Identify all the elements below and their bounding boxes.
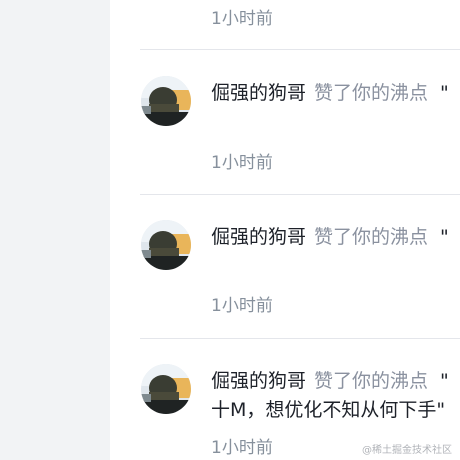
notification-time: 1小时前 <box>211 153 273 173</box>
avatar[interactable] <box>141 220 191 270</box>
username-link[interactable]: 倔强的狗哥 <box>211 226 306 248</box>
username-link[interactable]: 倔强的狗哥 <box>211 82 306 104</box>
pin-snippet[interactable]: 十M，想优化不知从何下手" <box>211 395 445 422</box>
divider <box>140 338 460 339</box>
previous-notification-time: 1小时前 <box>211 9 273 29</box>
notification-item[interactable]: 倔强的狗哥 赞了你的沸点 " 1小时前 <box>110 220 460 320</box>
notifications-page: 1小时前 倔强的狗哥 赞了你的沸点 " 1小时前 倔强的狗哥 赞了你的沸点 " … <box>0 0 460 460</box>
pin-quote-link[interactable]: " <box>440 370 449 392</box>
avatar-photo-icon <box>141 76 191 126</box>
pin-quote-link[interactable]: " <box>440 82 449 104</box>
username-link[interactable]: 倔强的狗哥 <box>211 370 306 392</box>
avatar[interactable] <box>141 76 191 126</box>
avatar-photo-icon <box>141 220 191 270</box>
divider <box>140 194 460 195</box>
notification-time: 1小时前 <box>211 438 273 458</box>
pin-quote-link[interactable]: " <box>440 226 449 248</box>
notification-text: 倔强的狗哥 赞了你的沸点 " <box>211 78 449 105</box>
watermark: @稀土掘金技术社区 <box>362 445 452 456</box>
left-sidebar <box>0 0 110 460</box>
divider <box>140 49 460 50</box>
action-text: 赞了你的沸点 <box>314 226 429 248</box>
action-text: 赞了你的沸点 <box>314 82 429 104</box>
avatar-photo-icon <box>141 364 191 414</box>
notification-feed: 1小时前 倔强的狗哥 赞了你的沸点 " 1小时前 倔强的狗哥 赞了你的沸点 " … <box>110 0 460 460</box>
notification-item[interactable]: 倔强的狗哥 赞了你的沸点 " 1小时前 <box>110 76 460 176</box>
notification-time: 1小时前 <box>211 296 273 316</box>
notification-text: 倔强的狗哥 赞了你的沸点 " <box>211 222 449 249</box>
action-text: 赞了你的沸点 <box>314 370 429 392</box>
avatar[interactable] <box>141 364 191 414</box>
notification-text: 倔强的狗哥 赞了你的沸点 " <box>211 366 449 393</box>
